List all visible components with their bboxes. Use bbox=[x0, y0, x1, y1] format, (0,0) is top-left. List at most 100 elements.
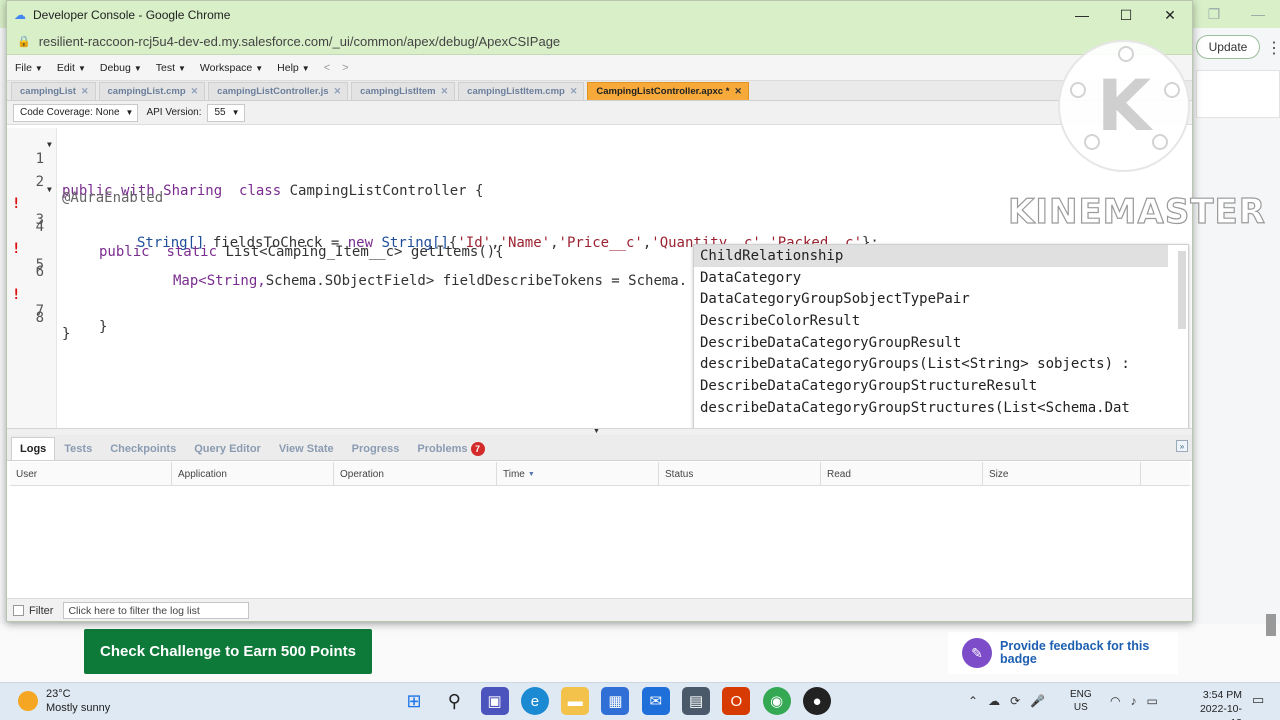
column-read[interactable]: Read bbox=[821, 462, 983, 486]
autocomplete-item[interactable]: DescribeDataCategoryGroupResult bbox=[694, 332, 1174, 354]
panel-splitter[interactable]: ▼ bbox=[7, 428, 1192, 435]
menu-workspace[interactable]: Workspace ▼ bbox=[200, 62, 263, 74]
weather-widget[interactable]: 23°C Mostly sunny bbox=[18, 687, 110, 715]
autocomplete-item[interactable]: describeDataCategoryGroupStructures(List… bbox=[694, 397, 1174, 419]
lock-icon: 🔒 bbox=[17, 36, 31, 48]
language-indicator[interactable]: ENG US bbox=[1070, 688, 1092, 714]
tab-campinglistcontroller-js[interactable]: campingListController.js ✕ bbox=[208, 82, 349, 100]
tab-problems-label: Problems bbox=[417, 443, 468, 455]
close-icon[interactable]: ✕ bbox=[1148, 1, 1192, 29]
edge-browser-icon[interactable]: e bbox=[520, 687, 549, 715]
close-icon[interactable]: ✕ bbox=[81, 86, 89, 97]
autocomplete-item[interactable]: DescribeColorResult bbox=[694, 310, 1174, 332]
close-icon[interactable]: ✕ bbox=[334, 86, 342, 97]
column-time-label: Time bbox=[503, 468, 525, 480]
menu-help[interactable]: Help ▼ bbox=[277, 62, 310, 74]
sync-icon[interactable]: ⟳ bbox=[1010, 694, 1020, 708]
tab-problems[interactable]: Problems 7 bbox=[408, 437, 493, 460]
forward-button[interactable]: > bbox=[342, 62, 348, 74]
close-icon[interactable]: ✕ bbox=[191, 86, 199, 97]
fold-icon[interactable]: ▼ bbox=[47, 140, 52, 149]
store-icon[interactable]: ▦ bbox=[601, 687, 630, 715]
tab-view-state[interactable]: View State bbox=[270, 437, 343, 460]
address-bar[interactable]: 🔒 resilient-raccoon-rcj5u4-dev-ed.my.sal… bbox=[7, 29, 1192, 55]
restore-icon[interactable]: ❐ bbox=[1192, 0, 1236, 28]
drag-handle-icon: ▼ bbox=[593, 428, 600, 435]
windows-start-icon[interactable]: ⊞ bbox=[400, 687, 428, 715]
mail-icon[interactable]: ✉ bbox=[641, 687, 670, 715]
battery-icon[interactable]: ▭ bbox=[1146, 694, 1157, 708]
column-user[interactable]: User bbox=[10, 462, 172, 486]
tab-query-editor[interactable]: Query Editor bbox=[185, 437, 270, 460]
bottom-panel-tabs: Logs Tests Checkpoints Query Editor View… bbox=[7, 435, 1192, 461]
menu-help-label: Help bbox=[277, 61, 299, 74]
maximize-icon[interactable]: ☐ bbox=[1104, 1, 1148, 29]
office-icon[interactable]: O bbox=[722, 687, 751, 715]
menu-file[interactable]: File ▼ bbox=[15, 62, 43, 74]
edit-icon: ✎ bbox=[962, 638, 992, 668]
column-time[interactable]: Time ▼ bbox=[497, 462, 659, 486]
menu-debug[interactable]: Debug ▼ bbox=[100, 62, 142, 74]
teams-chat-icon[interactable]: ▣ bbox=[480, 687, 509, 715]
tab-checkpoints[interactable]: Checkpoints bbox=[101, 437, 185, 460]
fold-icon[interactable]: ▼ bbox=[47, 185, 52, 194]
menu-edit[interactable]: Edit ▼ bbox=[57, 62, 86, 74]
autocomplete-item[interactable]: DataCategoryGroupSobjectTypePair bbox=[694, 288, 1174, 310]
autocomplete-item[interactable]: DescribeDataCategoryGroupStructureResult bbox=[694, 375, 1174, 397]
clock[interactable]: 3:54 PM 2022-10-13 bbox=[1198, 688, 1242, 720]
menu-test[interactable]: Test ▼ bbox=[156, 62, 186, 74]
microphone-icon[interactable]: 🎤 bbox=[1030, 694, 1045, 708]
close-icon[interactable]: ✕ bbox=[441, 86, 449, 97]
tab-tests[interactable]: Tests bbox=[55, 437, 101, 460]
close-icon[interactable]: ✕ bbox=[734, 86, 742, 97]
column-application[interactable]: Application bbox=[172, 462, 334, 486]
tab-progress[interactable]: Progress bbox=[343, 437, 409, 460]
filter-bar: Filter Click here to filter the log list bbox=[7, 598, 1192, 621]
column-size[interactable]: Size bbox=[983, 462, 1141, 486]
file-explorer-icon[interactable]: ▬ bbox=[561, 687, 590, 715]
feedback-link[interactable]: ✎ Provide feedback for this badge bbox=[948, 632, 1178, 674]
api-version-select[interactable]: 55 ▼ bbox=[207, 103, 245, 122]
autocomplete-scrollbar[interactable] bbox=[1178, 251, 1186, 329]
system-tray: ⌃ ☁ ⟳ 🎤 bbox=[968, 687, 1055, 715]
tab-campinglist[interactable]: campingList ✕ bbox=[11, 82, 96, 100]
update-button[interactable]: Update bbox=[1196, 35, 1260, 59]
tab-label: campingListItem.cmp bbox=[467, 86, 565, 97]
minimize-icon[interactable]: — bbox=[1060, 1, 1104, 29]
autocomplete-list[interactable]: ChildRelationship DataCategory DataCateg… bbox=[693, 244, 1189, 429]
check-challenge-button[interactable]: Check Challenge to Earn 500 Points bbox=[84, 629, 372, 674]
more-menu-icon[interactable]: ⋮ bbox=[1266, 38, 1280, 58]
notification-icon[interactable]: ▭ bbox=[1252, 692, 1264, 708]
app-icon[interactable]: ● bbox=[802, 687, 831, 715]
salesforce-cloud-icon: ☁ bbox=[14, 8, 26, 22]
tab-campinglistitem-cmp[interactable]: campingListItem.cmp ✕ bbox=[458, 82, 585, 100]
volume-icon[interactable]: ♪ bbox=[1130, 694, 1136, 708]
autocomplete-item[interactable]: describeDataCategoryGroups(List<String> … bbox=[694, 353, 1174, 375]
code-coverage-select[interactable]: Code Coverage: None ▼ bbox=[13, 103, 139, 122]
menu-file-label: File bbox=[15, 61, 32, 74]
filter-checkbox[interactable] bbox=[13, 605, 24, 616]
calculator-icon[interactable]: ▤ bbox=[682, 687, 711, 715]
tab-logs[interactable]: Logs bbox=[11, 437, 56, 460]
close-icon[interactable]: ✕ bbox=[570, 86, 578, 97]
temperature: 23°C bbox=[46, 688, 71, 700]
wifi-icon[interactable]: ◠ bbox=[1110, 694, 1120, 708]
chrome-icon[interactable]: ◉ bbox=[762, 687, 791, 715]
expand-panel-icon[interactable]: » bbox=[1176, 440, 1188, 452]
kinemaster-watermark: KINEMASTER bbox=[1007, 191, 1266, 232]
search-icon[interactable]: ⚲ bbox=[440, 687, 468, 715]
tab-campinglistcontroller-apxc[interactable]: CampingListController.apxc * ✕ bbox=[587, 82, 749, 100]
column-operation[interactable]: Operation bbox=[334, 462, 497, 486]
language-code: ENG bbox=[1070, 689, 1092, 700]
cloud-icon[interactable]: ☁ bbox=[988, 694, 1000, 708]
tab-campinglistitem[interactable]: campingListItem ✕ bbox=[351, 82, 456, 100]
column-status[interactable]: Status bbox=[659, 462, 821, 486]
tab-campinglist-cmp[interactable]: campingList.cmp ✕ bbox=[98, 82, 206, 100]
filter-input[interactable]: Click here to filter the log list bbox=[63, 602, 250, 619]
chevron-up-icon[interactable]: ⌃ bbox=[968, 694, 978, 708]
autocomplete-item[interactable]: ChildRelationship bbox=[694, 245, 1168, 267]
autocomplete-item[interactable]: DataCategory bbox=[694, 267, 1174, 289]
minimize-icon[interactable]: — bbox=[1236, 0, 1280, 28]
background-scrollbar[interactable] bbox=[1266, 614, 1276, 636]
back-button[interactable]: < bbox=[324, 62, 330, 74]
